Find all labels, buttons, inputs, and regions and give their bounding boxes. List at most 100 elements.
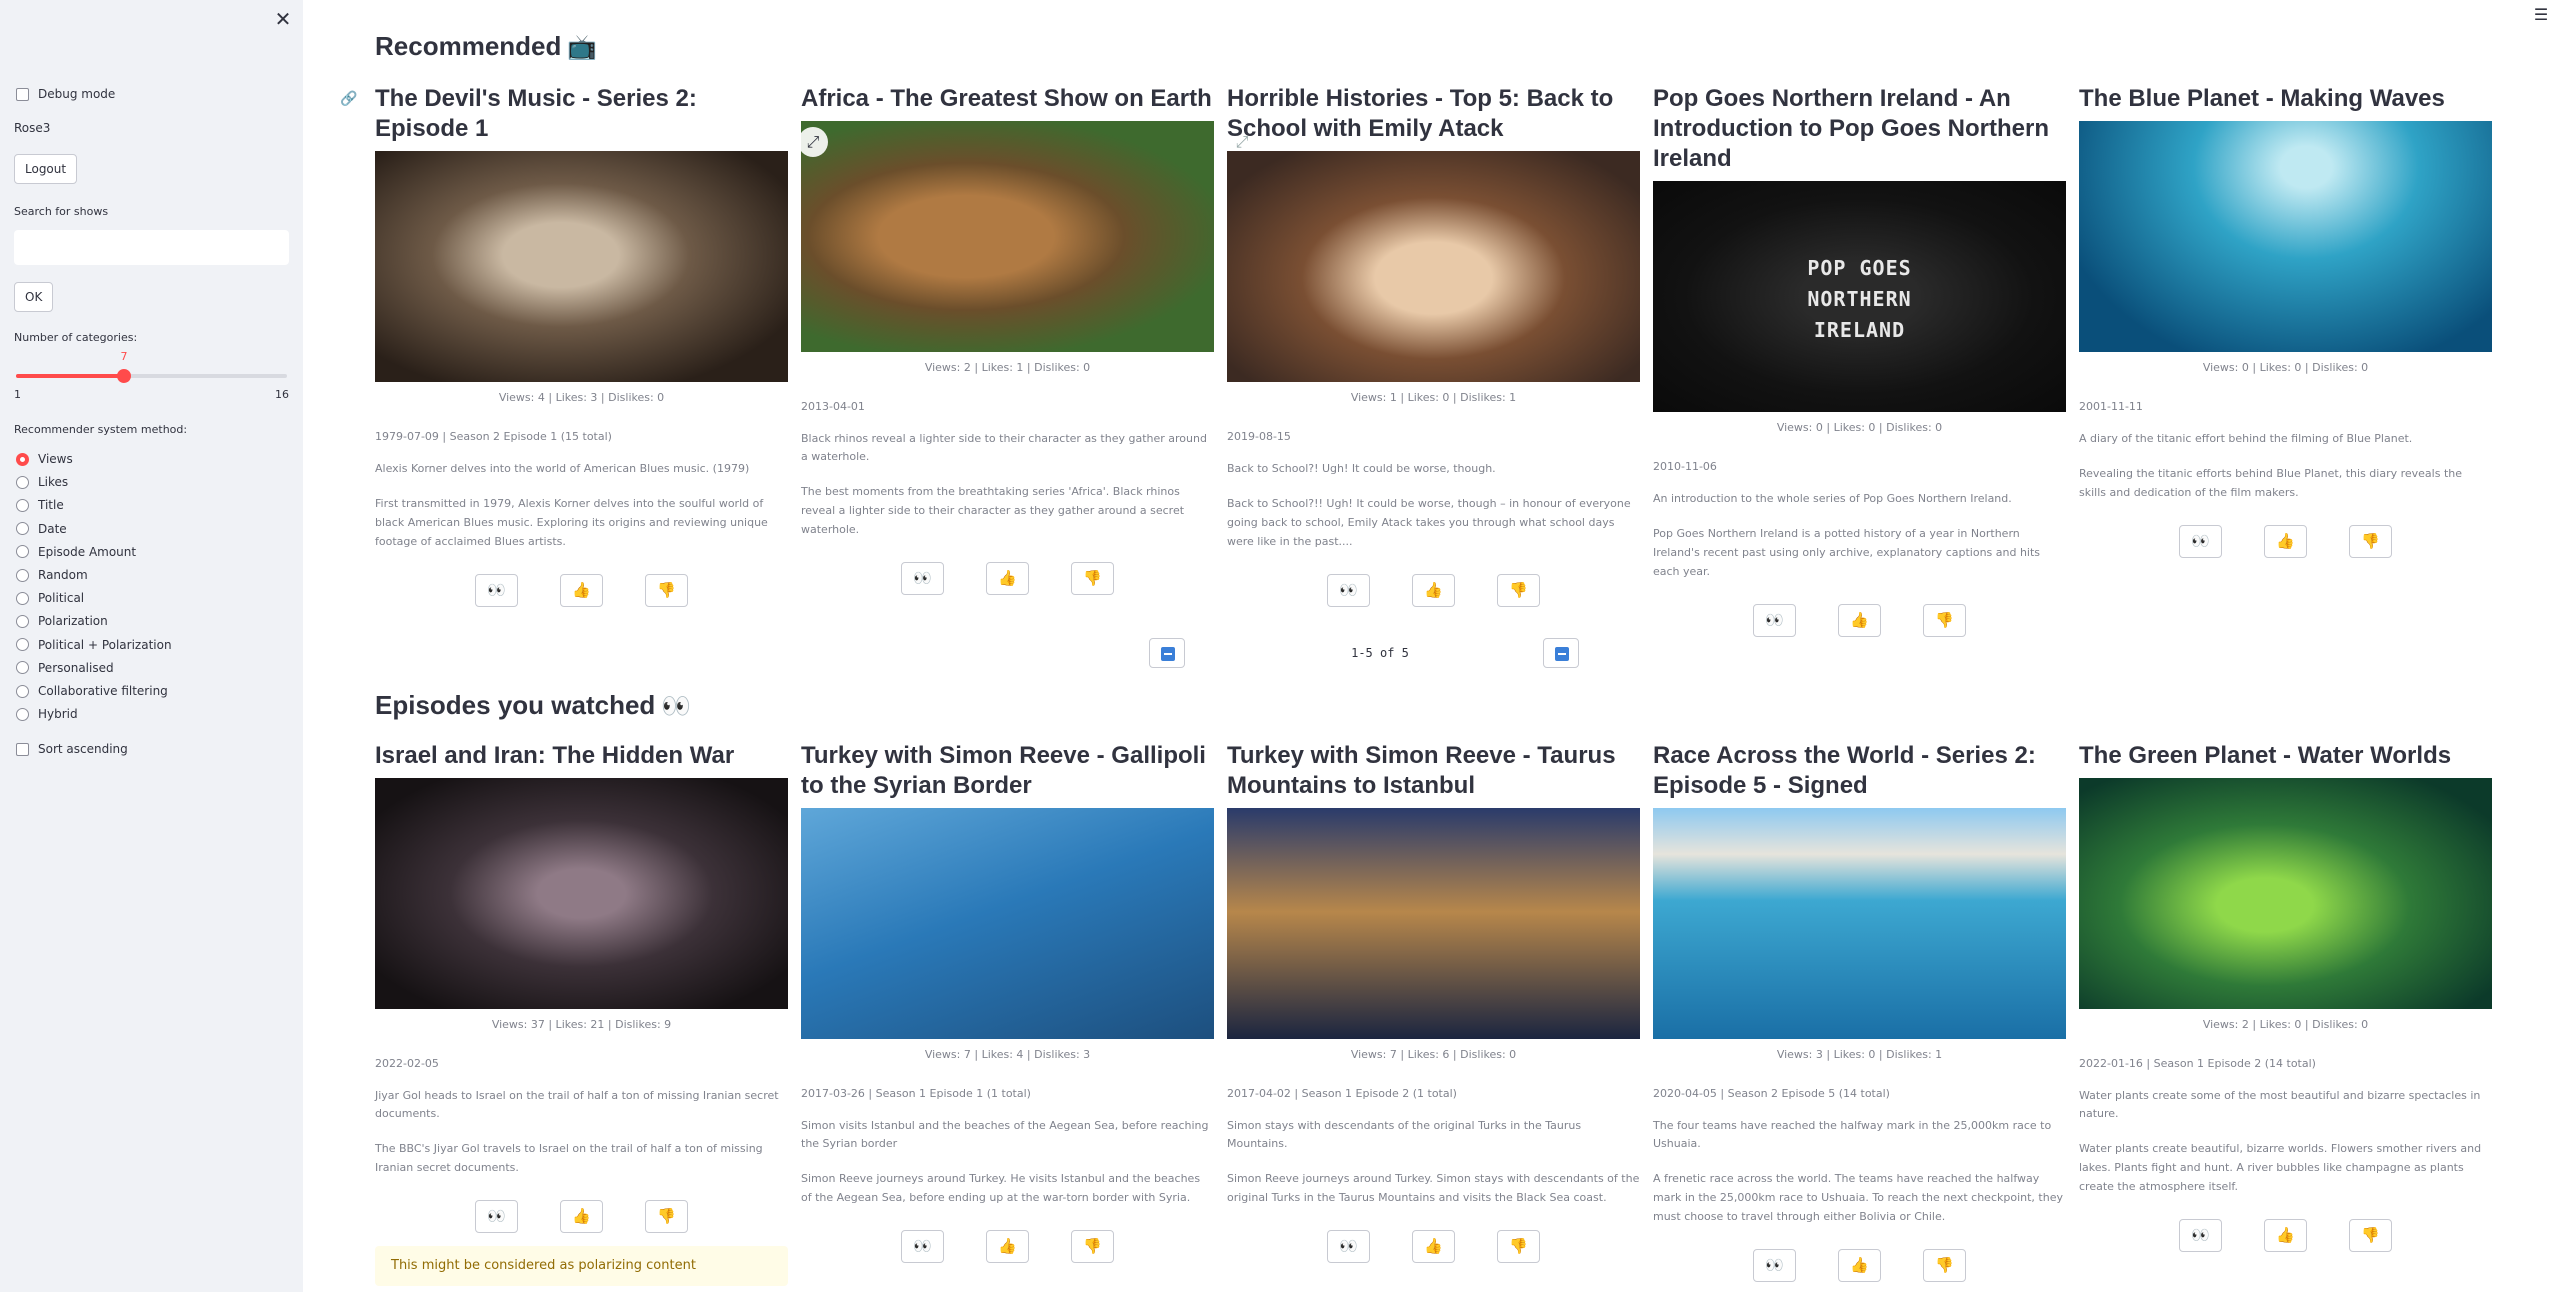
- episode-short-description: Back to School?! Ugh! It could be worse,…: [1227, 462, 1496, 475]
- radio-dot[interactable]: [16, 568, 29, 582]
- slider-value: 7: [120, 350, 128, 363]
- radio-option[interactable]: Random: [16, 568, 88, 582]
- dislike-button[interactable]: 👎: [1923, 1249, 1966, 1282]
- episode-long-description: Pop Goes Northern Ireland is a potted hi…: [1653, 527, 2041, 578]
- ok-button[interactable]: OK: [14, 282, 54, 312]
- radio-option[interactable]: Collaborative filtering: [16, 684, 168, 698]
- watch-button[interactable]: 👀: [475, 574, 518, 607]
- like-button[interactable]: 👍: [1412, 574, 1455, 607]
- episode-stats: Views: 0 | Likes: 0 | Dislikes: 0: [1776, 421, 1943, 434]
- watch-button[interactable]: 👀: [475, 1200, 518, 1233]
- watch-button[interactable]: 👀: [2179, 525, 2222, 558]
- episode-long-description: Water plants create beautiful, bizarre w…: [2079, 1142, 2482, 1193]
- dislike-button[interactable]: 👎: [2349, 1219, 2392, 1252]
- radio-option[interactable]: Episode Amount: [16, 545, 136, 559]
- episode-long-description: A frenetic race across the world. The te…: [1653, 1172, 2063, 1223]
- radio-dot[interactable]: [16, 498, 29, 512]
- episode-stats: Views: 7 | Likes: 6 | Dislikes: 0: [1350, 1048, 1517, 1061]
- close-sidebar-icon[interactable]: ✕: [272, 8, 294, 30]
- watch-button[interactable]: 👀: [2179, 1219, 2222, 1252]
- watched-section-title: Episodes you watched 👀: [375, 690, 691, 721]
- radio-option[interactable]: Views: [16, 452, 73, 466]
- sort-ascending-checkbox[interactable]: Sort ascending: [16, 742, 128, 756]
- dislike-button[interactable]: 👎: [2349, 525, 2392, 558]
- watch-button[interactable]: 👀: [1327, 574, 1370, 607]
- radio-option[interactable]: Polarization: [16, 614, 108, 628]
- dislike-button[interactable]: 👎: [1923, 604, 1966, 637]
- radio-option[interactable]: Hybrid: [16, 707, 78, 721]
- radio-dot[interactable]: [16, 545, 29, 559]
- eyes-icon: 👀: [661, 693, 692, 720]
- episode-actions: 👀 👍 👎: [801, 1230, 1214, 1263]
- radio-option[interactable]: Likes: [16, 475, 68, 489]
- search-input[interactable]: [14, 230, 289, 265]
- dislike-button[interactable]: 👎: [645, 574, 688, 607]
- radio-dot[interactable]: [16, 684, 29, 698]
- radio-dot[interactable]: [16, 661, 29, 675]
- episode-stats: Views: 4 | Likes: 3 | Dislikes: 0: [498, 391, 665, 404]
- radio-option[interactable]: Title: [16, 498, 64, 512]
- method-label: Recommender system method:: [14, 423, 188, 436]
- previous-page-button[interactable]: [1149, 638, 1185, 668]
- episode-title: Race Across the World - Series 2: Episod…: [1653, 742, 2036, 799]
- like-button[interactable]: 👍: [2264, 1219, 2307, 1252]
- dislike-button[interactable]: 👎: [645, 1200, 688, 1233]
- like-button[interactable]: 👍: [1838, 1249, 1881, 1282]
- slider-fill: [16, 374, 124, 378]
- section-title-text: Episodes you watched: [375, 690, 656, 720]
- episode-short-description: Jiyar Gol heads to Israel on the trail o…: [375, 1089, 779, 1120]
- radio-option[interactable]: Personalised: [16, 661, 114, 675]
- watch-button[interactable]: 👀: [1753, 604, 1796, 637]
- fullscreen-icon[interactable]: ⤢: [798, 127, 828, 157]
- watch-button[interactable]: 👀: [901, 1230, 944, 1263]
- watch-button[interactable]: 👀: [901, 562, 944, 595]
- radio-dot[interactable]: [16, 638, 29, 652]
- search-label: Search for shows: [14, 205, 109, 218]
- fullscreen-icon[interactable]: ⤢: [1227, 127, 1257, 157]
- slider-thumb[interactable]: [117, 369, 131, 383]
- radio-dot[interactable]: [16, 614, 29, 628]
- radio-option[interactable]: Political + Polarization: [16, 638, 172, 652]
- episode-card: The Devil's Music - Series 2: Episode 1 V…: [375, 84, 788, 607]
- radio-dot[interactable]: [16, 475, 29, 489]
- link-icon[interactable]: 🔗: [340, 91, 357, 107]
- like-button[interactable]: 👍: [986, 1230, 1029, 1263]
- dislike-button[interactable]: 👎: [1497, 574, 1540, 607]
- radio-option[interactable]: Political: [16, 591, 84, 605]
- episode-short-description: Water plants create some of the most bea…: [2079, 1089, 2481, 1120]
- episode-stats: Views: 37 | Likes: 21 | Dislikes: 9: [491, 1018, 672, 1031]
- logout-button[interactable]: Logout: [14, 154, 78, 184]
- like-button[interactable]: 👍: [1838, 604, 1881, 637]
- checkbox-box[interactable]: [16, 742, 29, 756]
- episode-date: 2019-08-15: [1227, 430, 1291, 443]
- like-button[interactable]: 👍: [986, 562, 1029, 595]
- episode-actions: 👀 👍 👎: [375, 1200, 788, 1233]
- like-button[interactable]: 👍: [560, 574, 603, 607]
- dislike-button[interactable]: 👎: [1071, 562, 1114, 595]
- watch-button[interactable]: 👀: [1327, 1230, 1370, 1263]
- radio-dot[interactable]: [16, 591, 29, 605]
- episode-card: Pop Goes Northern Ireland - An Introduct…: [1653, 84, 2066, 637]
- radio-dot[interactable]: [16, 452, 29, 466]
- radio-dot[interactable]: [16, 522, 29, 536]
- watch-button[interactable]: 👀: [1753, 1249, 1796, 1282]
- episode-date: 2022-02-05: [375, 1057, 439, 1070]
- radio-option[interactable]: Date: [16, 522, 67, 536]
- episode-long-description: Simon Reeve journeys around Turkey. He v…: [801, 1172, 1201, 1204]
- like-button[interactable]: 👍: [560, 1200, 603, 1233]
- like-button[interactable]: 👍: [2264, 525, 2307, 558]
- episode-thumbnail: [2079, 778, 2492, 1009]
- next-page-button[interactable]: [1543, 638, 1579, 668]
- like-button[interactable]: 👍: [1412, 1230, 1455, 1263]
- categories-slider[interactable]: [16, 374, 287, 378]
- episode-short-description: An introduction to the whole series of P…: [1653, 492, 2012, 505]
- debug-mode-checkbox[interactable]: Debug mode: [16, 87, 115, 101]
- dislike-button[interactable]: 👎: [1071, 1230, 1114, 1263]
- episode-thumbnail: [1653, 808, 2066, 1039]
- hamburger-menu-icon[interactable]: ☰: [2532, 6, 2550, 24]
- episode-card: Israel and Iran: The Hidden War Views: 37…: [375, 741, 788, 1286]
- radio-dot[interactable]: [16, 707, 29, 721]
- episode-title: Israel and Iran: The Hidden War: [375, 742, 735, 769]
- dislike-button[interactable]: 👎: [1497, 1230, 1540, 1263]
- checkbox-box[interactable]: [16, 87, 29, 101]
